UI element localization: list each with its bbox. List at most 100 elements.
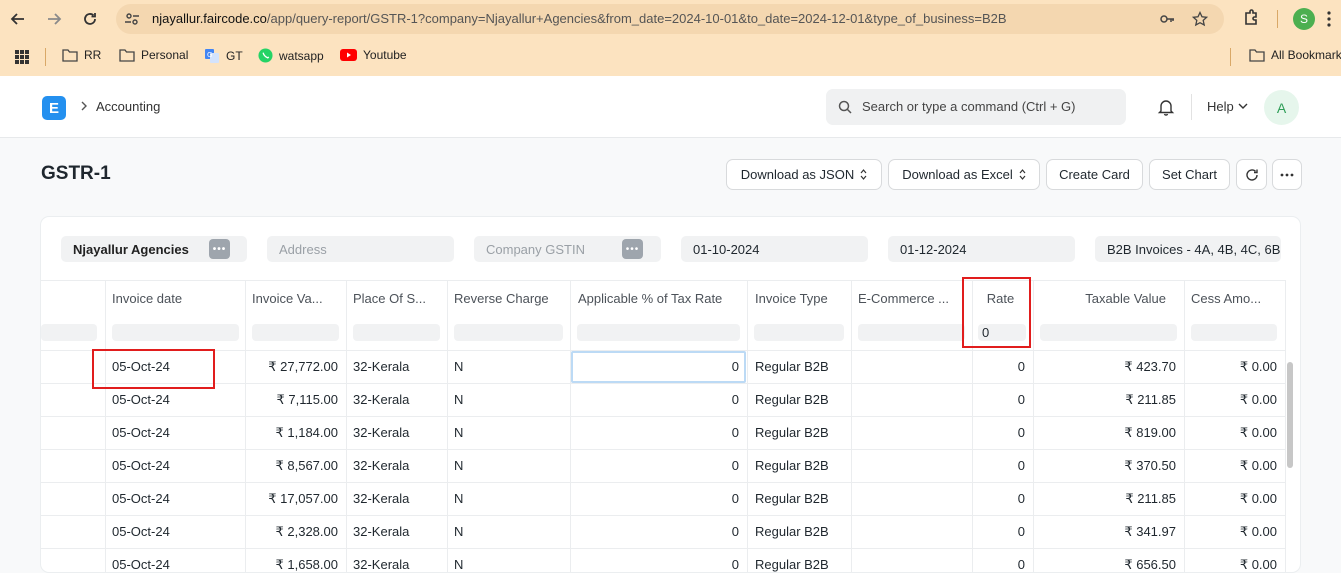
cell-invoice-value[interactable]: ₹ 27,772.00 — [252, 359, 338, 375]
cell-invoice-value[interactable]: ₹ 2,328.00 — [252, 524, 339, 540]
cell-reverse-charge[interactable]: N — [454, 557, 564, 572]
cell-applicable-tax-rate[interactable]: 0 — [577, 425, 739, 440]
to-date-filter[interactable]: 01-12-2024 — [888, 236, 1075, 262]
column-header-place-of-supply[interactable]: Place Of S... — [353, 291, 441, 306]
cell-taxable-value[interactable]: ₹ 819.00 — [1041, 425, 1176, 441]
cell-applicable-tax-rate[interactable]: 0 — [577, 392, 739, 407]
cell-invoice-type[interactable]: Regular B2B — [755, 359, 845, 374]
company-filter[interactable]: Njayallur Agencies ••• — [61, 236, 247, 262]
cell-cess-amount[interactable]: ₹ 0.00 — [1191, 524, 1277, 540]
from-date-filter[interactable]: 01-10-2024 — [681, 236, 868, 262]
column-filter-input[interactable] — [353, 324, 440, 341]
column-filter-input[interactable] — [858, 324, 965, 341]
cell-rate[interactable]: 0 — [978, 557, 1025, 572]
table-row[interactable]: 05-Oct-24 ₹ 7,115.00 32-Kerala N 0 Regular B2… — [41, 383, 1285, 416]
cell-cess-amount[interactable]: ₹ 0.00 — [1191, 458, 1277, 474]
cell-invoice-type[interactable]: Regular B2B — [755, 425, 845, 440]
cell-reverse-charge[interactable]: N — [454, 458, 564, 473]
column-header-taxable-value[interactable]: Taxable Value — [1041, 291, 1166, 306]
cell-invoice-value[interactable]: ₹ 7,115.00 — [252, 392, 338, 408]
forward-icon[interactable] — [43, 8, 65, 30]
cell-invoice-date[interactable]: 05-Oct-24 — [112, 557, 240, 572]
cell-cess-amount[interactable]: ₹ 0.00 — [1191, 425, 1277, 441]
all-bookmarks[interactable]: All Bookmarks — [1249, 48, 1341, 62]
type-of-business-filter[interactable]: B2B Invoices - 4A, 4B, 4C, 6B, 6C — [1095, 236, 1281, 262]
download-excel-button[interactable]: Download as Excel — [888, 159, 1040, 190]
url-text[interactable]: njayallur.faircode.co/app/query-report/G… — [152, 11, 1007, 26]
cell-cess-amount[interactable]: ₹ 0.00 — [1191, 359, 1277, 375]
cell-invoice-date[interactable]: 05-Oct-24 — [112, 524, 240, 539]
cell-applicable-tax-rate[interactable]: 0 — [577, 557, 739, 572]
table-row[interactable]: 05-Oct-24 ₹ 17,057.00 32-Kerala N 0 Regular B… — [41, 482, 1285, 515]
profile-avatar[interactable]: S — [1293, 8, 1315, 30]
cell-invoice-date[interactable]: 05-Oct-24 — [112, 392, 240, 407]
cell-invoice-type[interactable]: Regular B2B — [755, 392, 845, 407]
cell-rate[interactable]: 0 — [978, 425, 1025, 440]
notification-bell-icon[interactable] — [1157, 98, 1175, 116]
column-filter-input[interactable] — [252, 324, 339, 341]
bookmark-rr[interactable]: RR — [62, 48, 101, 62]
cell-rate[interactable]: 0 — [978, 392, 1025, 407]
cell-rate[interactable]: 0 — [978, 359, 1025, 374]
cell-place-of-supply[interactable]: 32-Kerala — [353, 524, 441, 539]
cell-cess-amount[interactable]: ₹ 0.00 — [1191, 557, 1277, 572]
cell-invoice-date[interactable]: 05-Oct-24 — [112, 458, 240, 473]
cell-applicable-tax-rate[interactable]: 0 — [577, 524, 739, 539]
cell-invoice-value[interactable]: ₹ 1,184.00 — [252, 425, 339, 441]
set-chart-button[interactable]: Set Chart — [1149, 159, 1230, 190]
cell-place-of-supply[interactable]: 32-Kerala — [353, 557, 441, 572]
app-logo[interactable]: E — [42, 96, 66, 120]
cell-cess-amount[interactable]: ₹ 0.00 — [1191, 491, 1277, 507]
cell-invoice-type[interactable]: Regular B2B — [755, 491, 845, 506]
breadcrumb-accounting[interactable]: Accounting — [96, 99, 160, 114]
site-settings-icon[interactable] — [124, 11, 140, 27]
search-input[interactable]: Search or type a command (Ctrl + G) — [862, 99, 1076, 114]
link-more-icon[interactable]: ••• — [209, 239, 230, 259]
column-header-ecommerce[interactable]: E-Commerce ... — [858, 291, 966, 306]
cell-reverse-charge[interactable]: N — [454, 491, 564, 506]
cell-applicable-tax-rate[interactable]: 0 — [577, 491, 739, 506]
cell-invoice-type[interactable]: Regular B2B — [755, 557, 845, 572]
bookmark-personal[interactable]: Personal — [119, 48, 188, 62]
column-filter-input[interactable] — [754, 324, 844, 341]
cell-place-of-supply[interactable]: 32-Kerala — [353, 392, 441, 407]
back-icon[interactable] — [7, 8, 29, 30]
column-header-invoice-type[interactable]: Invoice Type — [755, 291, 845, 306]
cell-rate[interactable]: 0 — [978, 491, 1025, 506]
download-json-button[interactable]: Download as JSON — [726, 159, 882, 190]
cell-invoice-value[interactable]: ₹ 8,567.00 — [252, 458, 339, 474]
link-more-icon[interactable]: ••• — [622, 239, 643, 259]
cell-invoice-date[interactable]: 05-Oct-24 — [112, 425, 240, 440]
apps-grid-icon[interactable] — [14, 49, 30, 65]
column-filter-input[interactable] — [112, 324, 239, 341]
column-header-cess-amount[interactable]: Cess Amo... — [1191, 291, 1279, 306]
cell-invoice-type[interactable]: Regular B2B — [755, 524, 845, 539]
search-bar[interactable]: Search or type a command (Ctrl + G) — [826, 89, 1126, 125]
column-filter-input[interactable] — [454, 324, 563, 341]
vertical-scrollbar[interactable] — [1287, 362, 1293, 468]
cell-reverse-charge[interactable]: N — [454, 524, 564, 539]
bookmark-watsapp[interactable]: watsapp — [258, 48, 324, 63]
cell-applicable-tax-rate[interactable]: 0 — [577, 458, 739, 473]
column-header-invoice-date[interactable]: Invoice date — [112, 291, 240, 306]
cell-reverse-charge[interactable]: N — [454, 392, 564, 407]
address-bar[interactable]: njayallur.faircode.co/app/query-report/G… — [116, 4, 1224, 34]
cell-invoice-type[interactable]: Regular B2B — [755, 458, 845, 473]
cell-rate[interactable]: 0 — [978, 524, 1025, 539]
extensions-icon[interactable] — [1240, 8, 1262, 30]
cell-taxable-value[interactable]: ₹ 370.50 — [1041, 458, 1176, 474]
refresh-button[interactable] — [1236, 159, 1267, 190]
cell-place-of-supply[interactable]: 32-Kerala — [353, 491, 441, 506]
table-row[interactable]: 05-Oct-24 ₹ 1,658.00 32-Kerala N 0 Regular B2… — [41, 548, 1285, 572]
chevron-down-icon[interactable] — [1238, 102, 1248, 110]
table-row[interactable]: 05-Oct-24 ₹ 8,567.00 32-Kerala N 0 Regular B2… — [41, 449, 1285, 482]
column-filter-input[interactable] — [577, 324, 740, 341]
column-filter-input[interactable] — [1040, 324, 1177, 341]
cell-rate[interactable]: 0 — [978, 458, 1025, 473]
cell-reverse-charge[interactable]: N — [454, 359, 564, 374]
cell-taxable-value[interactable]: ₹ 341.97 — [1041, 524, 1176, 540]
table-row[interactable]: 05-Oct-24 ₹ 2,328.00 32-Kerala N 0 Regular B2… — [41, 515, 1285, 548]
bookmark-gt[interactable]: G GT — [204, 48, 243, 64]
cell-invoice-value[interactable]: ₹ 1,658.00 — [252, 557, 339, 572]
help-menu[interactable]: Help — [1207, 99, 1234, 114]
